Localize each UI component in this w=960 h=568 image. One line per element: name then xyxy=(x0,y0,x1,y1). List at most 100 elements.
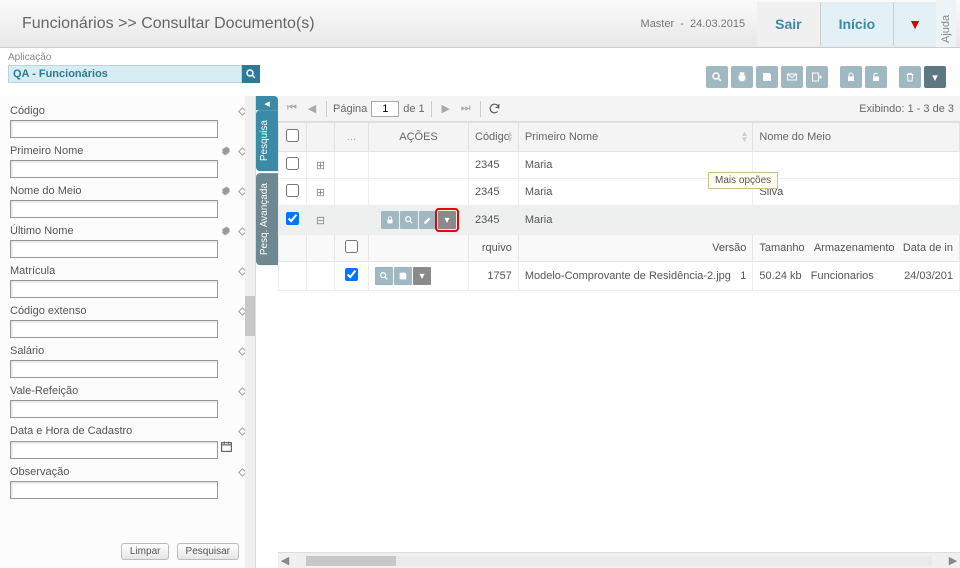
help-tab[interactable]: Ajuda xyxy=(936,0,956,47)
user-info: Master - 24.03.2015 xyxy=(641,18,746,30)
tab-pesquisa[interactable]: Pesquisa xyxy=(256,110,278,171)
search-field: Nome do Meio xyxy=(10,184,249,218)
field-label: Matrícula xyxy=(10,265,233,277)
search-input-9[interactable] xyxy=(10,481,218,499)
col-data-in[interactable]: Data de in xyxy=(903,242,953,254)
search-field: Último Nome xyxy=(10,224,249,258)
search-input-0[interactable] xyxy=(10,120,218,138)
subgrid-row[interactable]: ▾1757Modelo-Comprovante de Residência-2.… xyxy=(279,262,960,291)
search-panel: CódigoPrimeiro NomeNome do MeioÚltimo No… xyxy=(0,96,256,568)
row-expand-icon[interactable]: ⊞ xyxy=(307,152,335,179)
search-input-6[interactable] xyxy=(10,360,218,378)
search-field: Vale-Refeição xyxy=(10,384,249,418)
pager-prev-icon[interactable]: ◀ xyxy=(304,101,320,117)
pager-last-icon[interactable]: ⏭ xyxy=(458,101,474,117)
subheader: Aplicação ▾ xyxy=(0,48,960,96)
collapse-panel-button[interactable]: ◂ xyxy=(256,96,278,110)
col-acoes[interactable]: AÇÕES xyxy=(369,123,469,152)
breadcrumb-root[interactable]: Funcionários xyxy=(22,15,114,32)
search-field: Matrícula xyxy=(10,264,249,298)
toolbar-lock-icon[interactable] xyxy=(840,66,862,88)
col-codigo[interactable]: Código▲▼ xyxy=(469,123,519,152)
table-row[interactable]: ⊟▾2345Maria xyxy=(279,206,960,235)
hscroll-right-icon[interactable]: ▶ xyxy=(946,554,960,567)
row-more-dropdown[interactable]: ▾ xyxy=(438,211,456,229)
row-checkbox[interactable] xyxy=(286,157,299,170)
row-checkbox[interactable] xyxy=(286,184,299,197)
pager-showing-label: Exibindo: 1 - 3 de 3 xyxy=(859,103,954,115)
search-field: Observação xyxy=(10,465,249,499)
search-input-2[interactable] xyxy=(10,200,218,218)
pager-next-icon[interactable]: ▶ xyxy=(438,101,454,117)
search-field: Código extenso xyxy=(10,304,249,338)
cell-meio xyxy=(753,152,960,179)
header-bar: Funcionários >> Consultar Documento(s) M… xyxy=(0,0,960,48)
gear-icon[interactable] xyxy=(219,224,233,238)
toolbar-unlock-icon[interactable] xyxy=(865,66,887,88)
search-input-4[interactable] xyxy=(10,280,218,298)
breadcrumb-page: Consultar Documento(s) xyxy=(141,15,314,32)
gear-icon[interactable] xyxy=(219,184,233,198)
field-label: Data e Hora de Cadastro xyxy=(10,425,233,437)
col-nome-meio[interactable]: Nome do Meio xyxy=(753,123,960,152)
search-panel-footer: Limpar Pesquisar xyxy=(10,537,249,564)
row-view-icon[interactable] xyxy=(400,211,418,229)
field-label: Último Nome xyxy=(10,225,217,237)
clear-button[interactable]: Limpar xyxy=(121,543,170,560)
col-arquivo[interactable]: rquivo xyxy=(469,235,519,262)
hscroll-left-icon[interactable]: ◀ xyxy=(278,554,292,567)
toolbar-delete-icon[interactable] xyxy=(899,66,921,88)
col-versao[interactable]: Versão xyxy=(712,242,746,254)
cell-primeiro: Maria xyxy=(518,206,753,235)
home-button[interactable]: Início xyxy=(820,2,895,46)
row-lock-icon[interactable] xyxy=(381,211,399,229)
search-input-3[interactable] xyxy=(10,240,218,258)
row-checkbox[interactable] xyxy=(286,212,299,225)
toolbar-search-icon[interactable] xyxy=(706,66,728,88)
col-armazenamento[interactable]: Armazenamento xyxy=(814,242,895,254)
sub-download-icon[interactable] xyxy=(394,267,412,285)
row-expand-icon[interactable]: ⊟ xyxy=(307,206,335,235)
search-field: Código xyxy=(10,104,249,138)
search-input-7[interactable] xyxy=(10,400,218,418)
logout-button[interactable]: Sair xyxy=(757,2,819,46)
pager-refresh-icon[interactable] xyxy=(487,101,503,117)
col-tamanho[interactable]: Tamanho xyxy=(759,242,804,254)
toolbar-save-icon[interactable] xyxy=(756,66,778,88)
sub-more-dropdown[interactable]: ▾ xyxy=(413,267,431,285)
field-label: Código xyxy=(10,105,233,117)
search-input-8[interactable] xyxy=(10,441,218,459)
search-input-5[interactable] xyxy=(10,320,218,338)
horizontal-scrollbar[interactable]: ◀ ▶ xyxy=(278,552,960,568)
toolbar-export-icon[interactable] xyxy=(806,66,828,88)
header-menu-button[interactable]: ▼ xyxy=(894,2,936,46)
application-input[interactable] xyxy=(8,65,242,83)
field-label: Vale-Refeição xyxy=(10,385,233,397)
pager-page-input[interactable] xyxy=(371,101,399,117)
cell-sub-arquivo: Modelo-Comprovante de Residência-2.jpg1 xyxy=(518,262,753,291)
sub-select-all[interactable] xyxy=(345,240,358,253)
left-scrollbar[interactable] xyxy=(245,96,255,568)
select-all-checkbox[interactable] xyxy=(286,129,299,142)
tab-pesquisa-avancada[interactable]: Pesq. Avançada xyxy=(256,173,278,265)
table-row[interactable]: ⊞2345Maria xyxy=(279,152,960,179)
search-field: Salário xyxy=(10,344,249,378)
toolbar-print-icon[interactable] xyxy=(731,66,753,88)
sub-view-icon[interactable] xyxy=(375,267,393,285)
sub-row-checkbox[interactable] xyxy=(345,268,358,281)
col-primeiro-nome[interactable]: Primeiro Nome▲▼ xyxy=(518,123,753,152)
calendar-icon[interactable] xyxy=(220,440,233,453)
search-button[interactable]: Pesquisar xyxy=(177,543,239,560)
row-edit-icon[interactable] xyxy=(419,211,437,229)
toolbar-mail-icon[interactable] xyxy=(781,66,803,88)
application-block: Aplicação xyxy=(8,52,260,83)
pager-first-icon[interactable]: ⏮ xyxy=(284,101,300,117)
gear-icon[interactable] xyxy=(219,144,233,158)
cell-sub-rest: 50.24 kb Funcionarios24/03/201 xyxy=(753,262,960,291)
table-row[interactable]: ⊞2345MariaSilva xyxy=(279,179,960,206)
col-dots[interactable]: ... xyxy=(335,123,369,152)
toolbar-more-dropdown[interactable]: ▾ xyxy=(924,66,946,88)
row-expand-icon[interactable]: ⊞ xyxy=(307,179,335,206)
search-input-1[interactable] xyxy=(10,160,218,178)
application-search-button[interactable] xyxy=(242,65,260,83)
